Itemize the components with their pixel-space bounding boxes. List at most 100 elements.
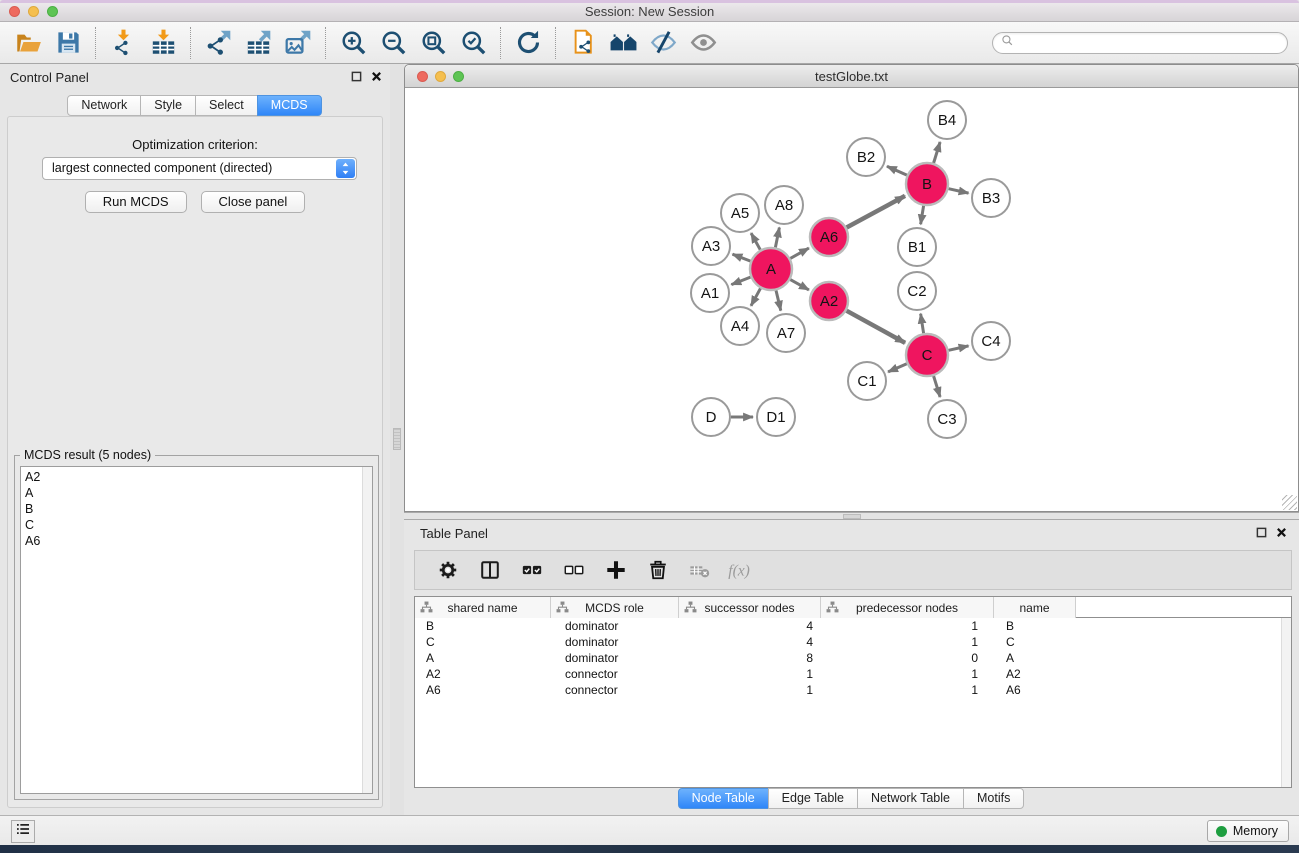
column-header-successor-nodes[interactable]: successor nodes bbox=[679, 597, 821, 618]
table-cell[interactable]: A6 bbox=[415, 682, 551, 698]
table-cell[interactable]: dominator bbox=[551, 634, 679, 650]
edge-A-A4[interactable] bbox=[751, 288, 761, 306]
search-box[interactable] bbox=[992, 32, 1288, 54]
tab-select[interactable]: Select bbox=[195, 95, 258, 116]
divider-grip[interactable] bbox=[393, 428, 401, 450]
table-cell[interactable]: 0 bbox=[821, 650, 994, 666]
edge-A2-C[interactable] bbox=[847, 311, 906, 343]
edge-A-A2[interactable] bbox=[790, 280, 809, 290]
node-B4[interactable]: B4 bbox=[928, 101, 966, 139]
table-row[interactable]: A6connector11A6 bbox=[415, 682, 1281, 698]
trash-button[interactable] bbox=[641, 554, 675, 586]
table-cell[interactable]: 1 bbox=[821, 682, 994, 698]
table-cell[interactable]: C bbox=[415, 634, 551, 650]
add-button[interactable] bbox=[599, 554, 633, 586]
table-cell[interactable]: B bbox=[994, 618, 1076, 634]
columns-button[interactable] bbox=[473, 554, 507, 586]
node-A7[interactable]: A7 bbox=[767, 314, 805, 352]
window-resize-grip[interactable] bbox=[1282, 495, 1297, 510]
horizontal-split-divider[interactable] bbox=[404, 512, 1299, 520]
close-panel-button[interactable]: Close panel bbox=[201, 191, 306, 213]
search-input[interactable] bbox=[1019, 36, 1279, 50]
node-B2[interactable]: B2 bbox=[847, 138, 885, 176]
memory-button[interactable]: Memory bbox=[1207, 820, 1289, 842]
zoom-in-button[interactable] bbox=[333, 25, 373, 61]
node-A8[interactable]: A8 bbox=[765, 186, 803, 224]
table-cell[interactable]: 4 bbox=[679, 634, 821, 650]
table-cell[interactable]: B bbox=[415, 618, 551, 634]
table-cell[interactable]: 1 bbox=[821, 634, 994, 650]
mcds-result-item[interactable]: A2 bbox=[21, 467, 372, 485]
tab-motifs[interactable]: Motifs bbox=[963, 788, 1024, 809]
table-cell[interactable]: A6 bbox=[994, 682, 1076, 698]
edge-C-C4[interactable] bbox=[949, 346, 969, 350]
table-cell[interactable]: 1 bbox=[821, 666, 994, 682]
table-cell[interactable]: 1 bbox=[679, 682, 821, 698]
edge-A-A5[interactable] bbox=[751, 233, 760, 250]
import-table-button[interactable] bbox=[143, 25, 183, 61]
tab-mcds[interactable]: MCDS bbox=[257, 95, 322, 116]
export-table-button[interactable] bbox=[238, 25, 278, 61]
column-header-mcds-role[interactable]: MCDS role bbox=[551, 597, 679, 618]
import-network-button[interactable] bbox=[103, 25, 143, 61]
table-scrollbar[interactable] bbox=[1281, 618, 1291, 787]
save-session-button[interactable] bbox=[48, 25, 88, 61]
edge-C-C3[interactable] bbox=[934, 376, 941, 397]
vertical-split-divider[interactable] bbox=[390, 64, 404, 815]
edge-B-B4[interactable] bbox=[934, 142, 941, 163]
table-cell[interactable]: 8 bbox=[679, 650, 821, 666]
edge-C-C2[interactable] bbox=[921, 314, 924, 334]
table-cell[interactable]: connector bbox=[551, 682, 679, 698]
node-A6[interactable]: A6 bbox=[810, 218, 848, 256]
table-cell[interactable]: connector bbox=[551, 666, 679, 682]
node-B[interactable]: B bbox=[906, 163, 948, 205]
gear-button[interactable] bbox=[431, 554, 465, 586]
apply-layout-button[interactable] bbox=[508, 25, 548, 61]
node-C3[interactable]: C3 bbox=[928, 400, 966, 438]
table-cell[interactable]: C bbox=[994, 634, 1076, 650]
mcds-result-item[interactable]: A bbox=[21, 485, 372, 501]
tab-network-table[interactable]: Network Table bbox=[857, 788, 964, 809]
node-B3[interactable]: B3 bbox=[972, 179, 1010, 217]
zoom-fit-button[interactable] bbox=[413, 25, 453, 61]
column-header-name[interactable]: name bbox=[994, 597, 1076, 618]
mcds-result-scrollbar[interactable] bbox=[362, 467, 372, 793]
node-D[interactable]: D bbox=[692, 398, 730, 436]
edge-A-A7[interactable] bbox=[776, 290, 781, 310]
mcds-result-item[interactable]: A6 bbox=[21, 533, 372, 549]
table-cell[interactable]: dominator bbox=[551, 650, 679, 666]
edge-B-B1[interactable] bbox=[921, 206, 924, 225]
edge-A-A6[interactable] bbox=[790, 248, 809, 258]
table-cell[interactable]: A2 bbox=[994, 666, 1076, 682]
zoom-out-button[interactable] bbox=[373, 25, 413, 61]
float-panel-icon[interactable] bbox=[351, 71, 362, 82]
table-row[interactable]: Adominator80A bbox=[415, 650, 1281, 666]
criterion-dropdown[interactable]: largest connected component (directed) bbox=[42, 157, 357, 180]
edge-B-B2[interactable] bbox=[887, 166, 907, 175]
table-cell[interactable]: A2 bbox=[415, 666, 551, 682]
mcds-result-item[interactable]: B bbox=[21, 501, 372, 517]
float-panel-icon[interactable] bbox=[1256, 527, 1267, 538]
open-file-button[interactable] bbox=[8, 25, 48, 61]
node-A5[interactable]: A5 bbox=[721, 194, 759, 232]
edge-A-A8[interactable] bbox=[775, 228, 779, 248]
document-network-button[interactable] bbox=[563, 25, 603, 61]
node-C2[interactable]: C2 bbox=[898, 272, 936, 310]
zoom-selected-button[interactable] bbox=[453, 25, 493, 61]
divider-grip[interactable] bbox=[843, 514, 861, 519]
node-B1[interactable]: B1 bbox=[898, 228, 936, 266]
tab-network[interactable]: Network bbox=[67, 95, 141, 116]
node-A3[interactable]: A3 bbox=[692, 227, 730, 265]
uncheck-pair-button[interactable] bbox=[557, 554, 591, 586]
check-pair-button[interactable] bbox=[515, 554, 549, 586]
table-cell[interactable]: 1 bbox=[821, 618, 994, 634]
tab-node-table[interactable]: Node Table bbox=[678, 788, 769, 809]
tab-edge-table[interactable]: Edge Table bbox=[768, 788, 858, 809]
run-mcds-button[interactable]: Run MCDS bbox=[85, 191, 187, 213]
table-row[interactable]: Cdominator41C bbox=[415, 634, 1281, 650]
eye-slash-button[interactable] bbox=[643, 25, 683, 61]
column-header-predecessor-nodes[interactable]: predecessor nodes bbox=[821, 597, 994, 618]
node-A[interactable]: A bbox=[750, 248, 792, 290]
node-C[interactable]: C bbox=[906, 334, 948, 376]
table-cell[interactable]: 4 bbox=[679, 618, 821, 634]
